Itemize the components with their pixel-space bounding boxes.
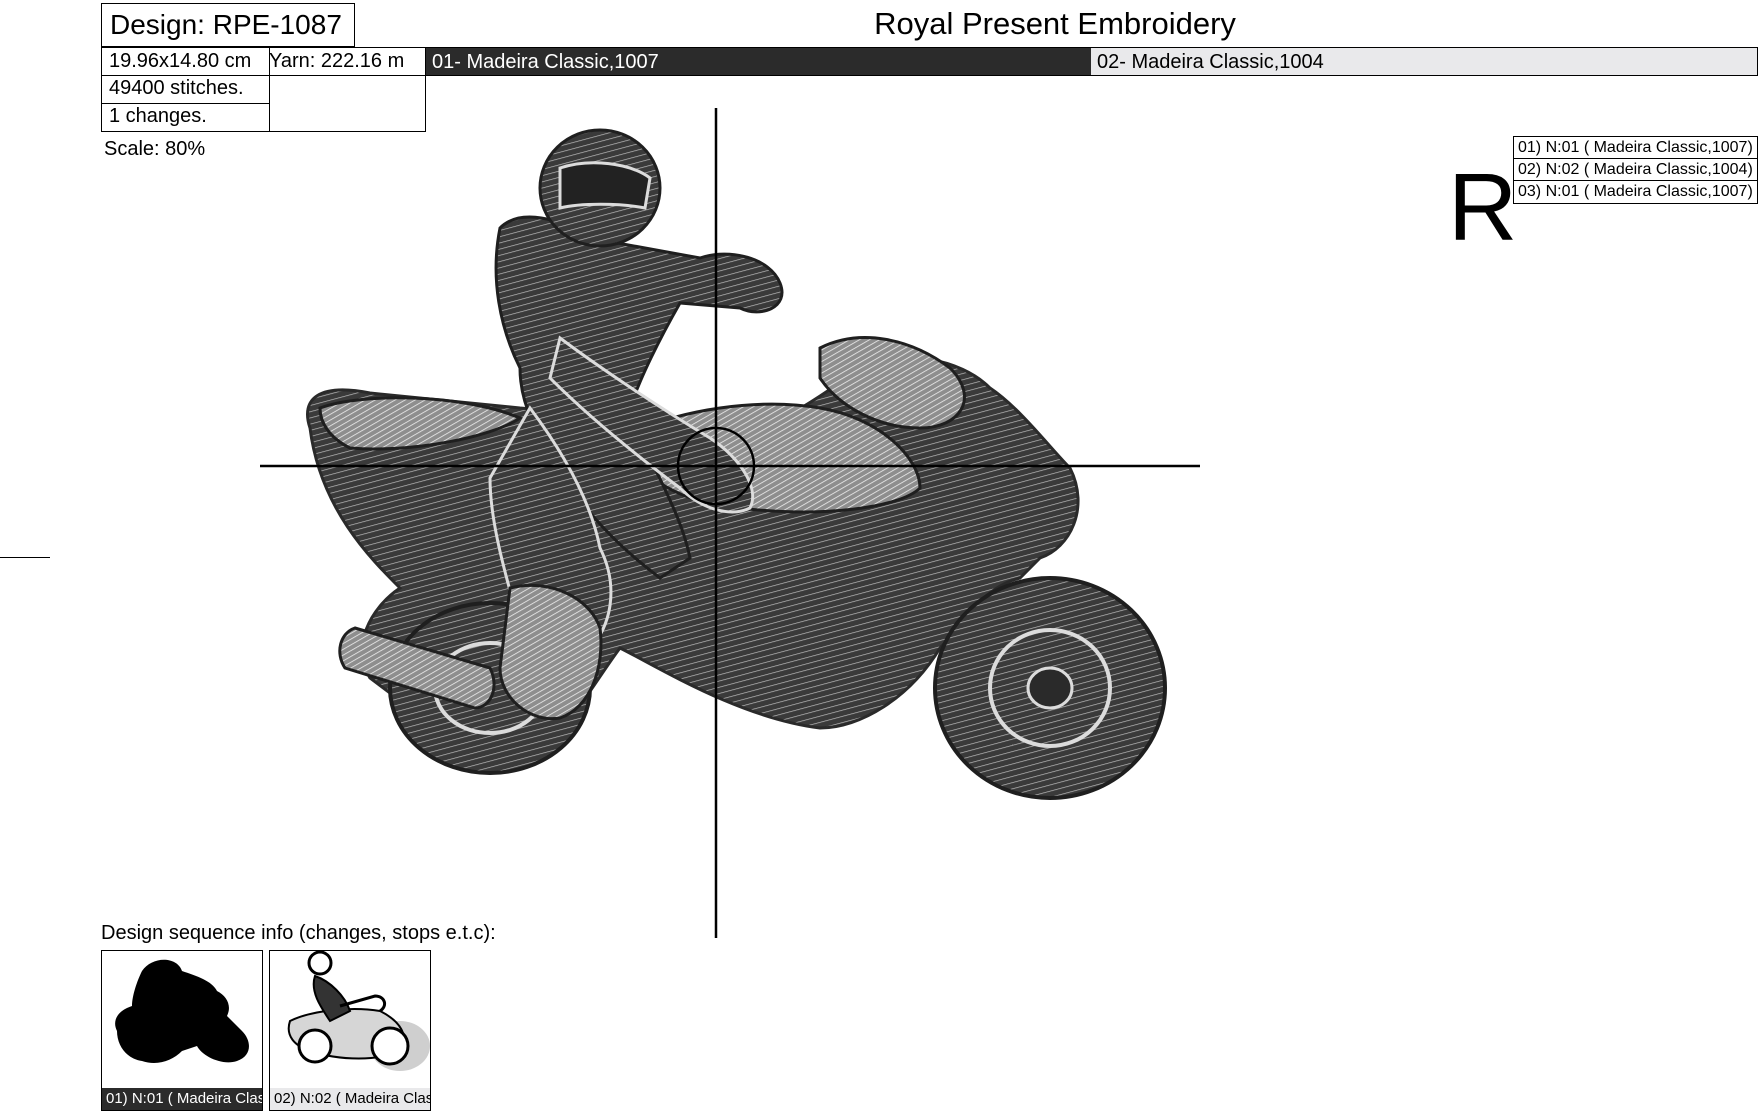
stitches-value: 49400 stitches. <box>102 75 270 104</box>
changes-value: 1 changes. <box>102 103 270 131</box>
motorcycle-outline-icon <box>287 951 430 1071</box>
motorcycle-silhouette-icon <box>115 959 249 1063</box>
corner-letter: R <box>1448 154 1518 261</box>
motorcycle-rider-embroidery-icon <box>260 108 1200 938</box>
thread-color-bar: 01- Madeira Classic,1007 02- Madeira Cla… <box>425 47 1758 76</box>
sequence-thumbnail-1[interactable]: 01) N:01 ( Madeira Clas <box>101 950 263 1111</box>
legend-item: 03) N:01 ( Madeira Classic,1007) <box>1518 183 1753 200</box>
thread-swatch-1: 01- Madeira Classic,1007 <box>426 48 1091 75</box>
yarn-value: Yarn: 222.16 m <box>262 48 432 76</box>
size-value: 19.96x14.80 cm <box>102 48 270 76</box>
page-title: Royal Present Embroidery <box>874 6 1236 41</box>
scale-label: Scale: 80% <box>104 138 206 160</box>
legend-item: 02) N:02 ( Madeira Classic,1004) <box>1514 159 1757 181</box>
design-title: Design: RPE-1087 <box>101 3 355 47</box>
sequence-thumbnail-2[interactable]: 02) N:02 ( Madeira Clas <box>269 950 431 1111</box>
legend-item: 01) N:01 ( Madeira Classic,1007) <box>1514 137 1757 159</box>
stitch-sequence-legend: 01) N:01 ( Madeira Classic,1007) 02) N:0… <box>1513 136 1758 204</box>
sequence-info-label: Design sequence info (changes, stops e.t… <box>101 922 496 944</box>
margin-tick <box>0 557 50 558</box>
thumbnail-caption: 02) N:02 ( Madeira Clas <box>270 1088 430 1110</box>
thumbnail-caption: 01) N:01 ( Madeira Clas <box>102 1088 262 1110</box>
thread-swatch-2: 02- Madeira Classic,1004 <box>1091 48 1757 75</box>
